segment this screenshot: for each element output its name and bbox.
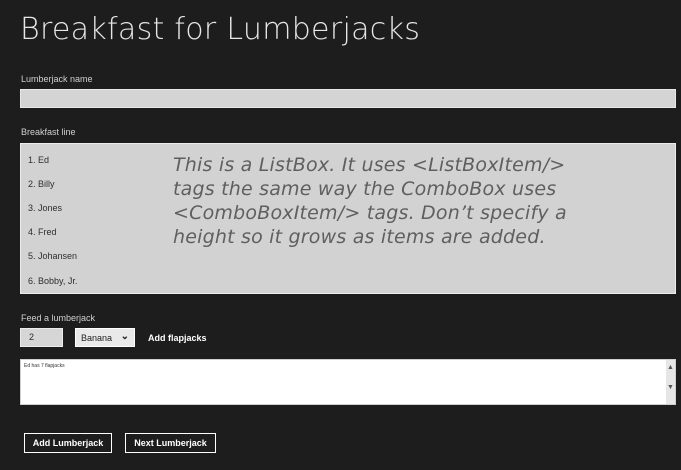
scrollbar[interactable]: ▲ ▼: [666, 360, 675, 404]
feed-lumberjack-label: Feed a lumberjack: [21, 313, 96, 323]
page-title: Breakfast for Lumberjacks: [20, 12, 421, 47]
scroll-down-icon[interactable]: ▼: [667, 384, 674, 391]
list-item[interactable]: 6. Bobby, Jr.: [28, 276, 77, 286]
list-item[interactable]: 2. Billy: [28, 179, 55, 189]
next-lumberjack-button[interactable]: Next Lumberjack: [125, 433, 216, 453]
callout-line: This is a ListBox. It uses <ListBoxItem/…: [173, 154, 566, 176]
list-item[interactable]: 3. Jones: [28, 203, 62, 213]
callout-line: tags the same way the ComboBox uses: [173, 178, 557, 200]
output-text: Ed has 7 flapjacks: [24, 363, 65, 369]
annotation-callout: This is a ListBox. It uses <ListBoxItem/…: [173, 153, 643, 249]
food-selected-value: Banana: [81, 333, 113, 343]
scroll-up-icon[interactable]: ▲: [667, 364, 674, 371]
add-flapjacks-button[interactable]: Add flapjacks: [148, 333, 207, 343]
chevron-down-icon[interactable]: ⌄: [121, 331, 129, 342]
callout-line: <ComboBoxItem/> tags. Don’t specify a: [173, 202, 567, 224]
output-textbox[interactable]: Ed has 7 flapjacks ▲ ▼: [20, 359, 676, 405]
food-combobox[interactable]: Banana ⌄: [75, 328, 135, 347]
breakfast-line-label: Breakfast line: [21, 127, 76, 137]
list-item[interactable]: 1. Ed: [28, 155, 49, 165]
lumberjack-name-label: Lumberjack name: [21, 74, 93, 84]
quantity-input[interactable]: 2: [20, 328, 63, 347]
list-item[interactable]: 4. Fred: [28, 227, 57, 237]
lumberjack-name-input[interactable]: [20, 89, 676, 108]
list-item[interactable]: 5. Johansen: [28, 251, 77, 261]
breakfast-line-listbox[interactable]: 1. Ed 2. Billy 3. Jones 4. Fred 5. Johan…: [20, 143, 676, 294]
callout-line: height so it grows as items are added.: [173, 226, 546, 248]
add-lumberjack-button[interactable]: Add Lumberjack: [24, 433, 112, 453]
